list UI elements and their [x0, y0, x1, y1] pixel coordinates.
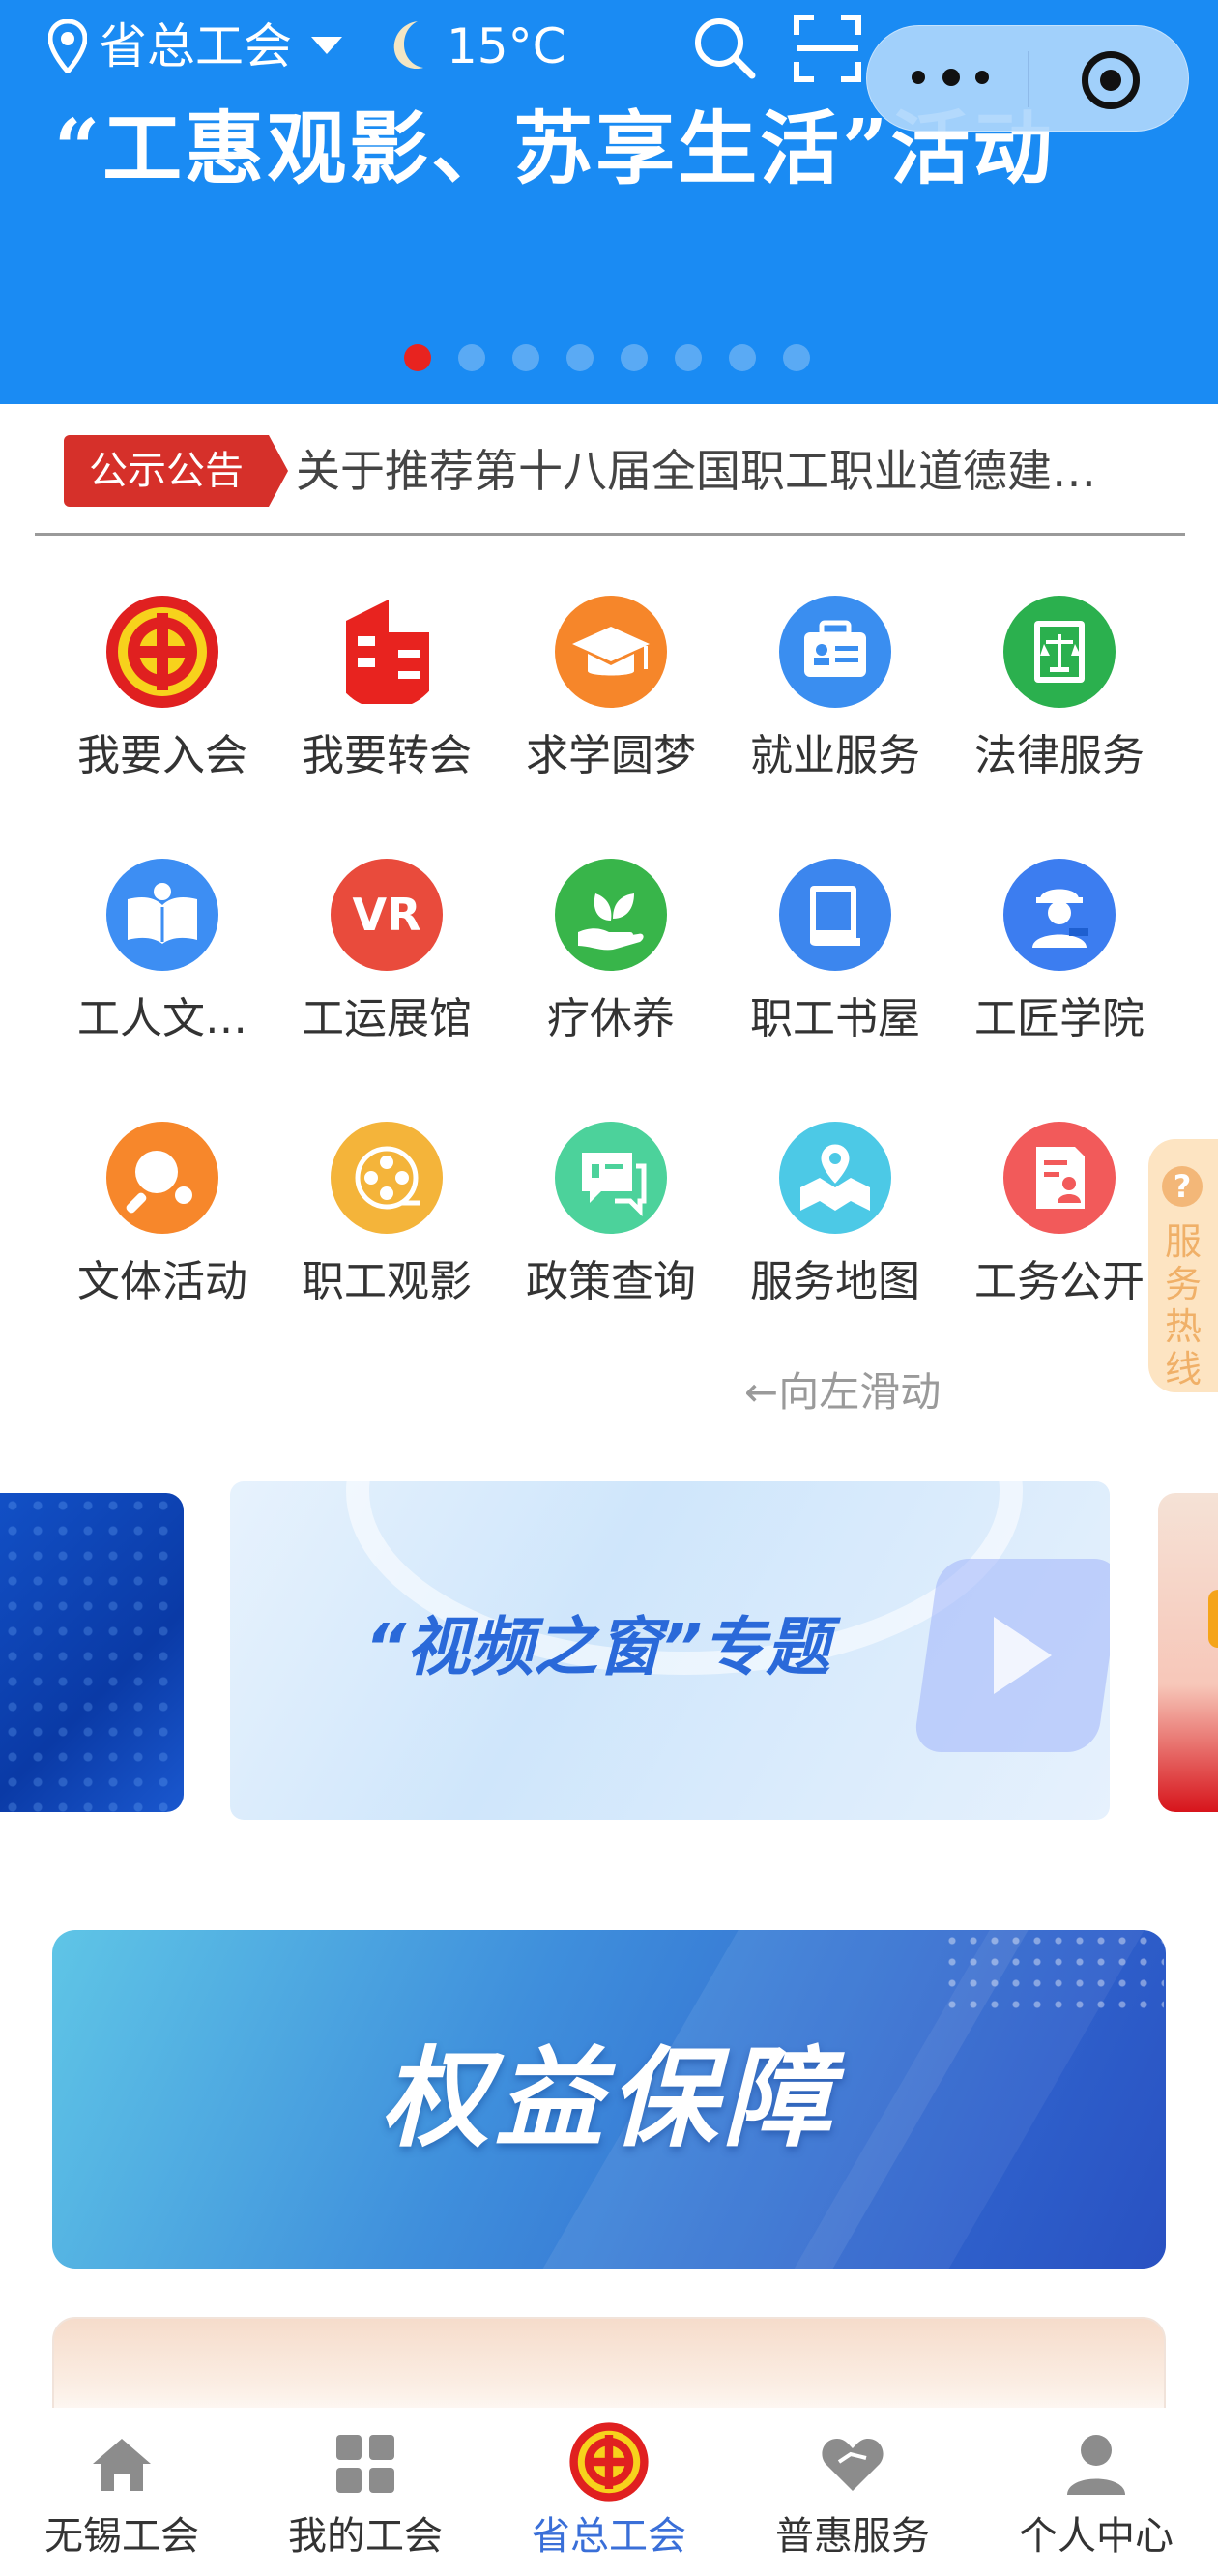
carousel-card-pattern [0, 1493, 184, 1812]
carousel-dot[interactable] [512, 344, 539, 371]
tab-inclusive-services[interactable]: 普惠服务 [731, 2408, 974, 2576]
service-label: 文体活动 [77, 1257, 247, 1306]
notice-text[interactable]: 关于推荐第十八届全国职工职业道德建… [296, 435, 1185, 507]
service-label: 我要入会 [77, 731, 247, 780]
service-transfer-union[interactable]: 我要转会 [275, 580, 499, 832]
service-worker-culture[interactable]: 工人文… [50, 843, 275, 1095]
miniprogram-capsule [866, 25, 1189, 132]
service-label: 求学圆梦 [526, 731, 696, 780]
film-reel-icon [331, 1122, 443, 1234]
tab-label: 无锡工会 [44, 2514, 199, 2559]
service-hotline-button[interactable]: ? 服务热线 [1148, 1139, 1218, 1392]
carousel-card-caption: “视频之窗”专题 [364, 1610, 830, 1684]
briefcase-icon [779, 596, 891, 708]
notice-bar[interactable]: 公示公告 关于推荐第十八届全国职工职业道德建… [35, 406, 1185, 536]
service-craftsman-academy[interactable]: 工匠学院 [947, 843, 1172, 1095]
play-icon [994, 1617, 1052, 1694]
tab-label: 个人中心 [1019, 2514, 1174, 2559]
home-icon [93, 2439, 151, 2491]
service-worker-movies[interactable]: 职工观影 [275, 1106, 499, 1358]
moon-icon [393, 21, 423, 70]
chevron-down-icon[interactable] [311, 37, 342, 54]
carousel-dot-active[interactable] [404, 344, 431, 371]
tab-personal-center[interactable]: 个人中心 [974, 2408, 1218, 2576]
chat-policy-icon [555, 1122, 667, 1234]
user-icon [1067, 2435, 1125, 2495]
service-label: 法律服务 [974, 731, 1145, 780]
target-close-icon[interactable] [1082, 51, 1140, 109]
carousel-dot[interactable] [675, 344, 702, 371]
map-pin-icon [779, 1122, 891, 1234]
feature-carousel[interactable]: “视频之窗”专题 [0, 1479, 1218, 1828]
service-recuperation[interactable]: 疗休养 [499, 843, 723, 1095]
swipe-hint: ←向左滑动 [744, 1368, 942, 1416]
rights-banner-caption: 权益保障 [381, 2036, 837, 2162]
union-emblem-icon [569, 2422, 649, 2502]
carousel-dot[interactable] [783, 344, 810, 371]
service-study[interactable]: 求学圆梦 [499, 580, 723, 832]
service-grid: 我要入会 我要转会 求学圆梦 就业服务 法律服务 工人文… VR 工运展馆 疗休… [0, 580, 1160, 1334]
service-label: 工匠学院 [974, 994, 1145, 1043]
scan-icon[interactable] [793, 14, 862, 83]
search-icon[interactable] [690, 14, 758, 81]
service-label: 职工书屋 [750, 994, 920, 1043]
service-label: 疗休养 [547, 994, 675, 1043]
temperature: 15°C [447, 18, 566, 74]
capsule-divider [1028, 51, 1030, 107]
tab-wuxi-union[interactable]: 无锡工会 [0, 2408, 244, 2576]
book-icon [779, 859, 891, 971]
tab-label: 普惠服务 [775, 2514, 930, 2559]
vr-icon: VR [331, 859, 443, 971]
service-legal[interactable]: 法律服务 [947, 580, 1172, 832]
bottom-tab-bar: 无锡工会 我的工会 省总工会 普惠服务 个人中心 [0, 2408, 1218, 2576]
hotline-label: 服务热线 [1164, 1220, 1202, 1390]
notice-badge: 公示公告 [64, 435, 288, 507]
service-label: 就业服务 [750, 731, 920, 780]
service-label: 工人文… [77, 994, 247, 1043]
grid-icon [336, 2435, 394, 2493]
service-affairs-public[interactable]: 工务公开 [947, 1106, 1172, 1358]
building-icon [338, 600, 439, 704]
decorative-dots [942, 1930, 1164, 2017]
service-policy-query[interactable]: 政策查询 [499, 1106, 723, 1358]
service-join-union[interactable]: 我要入会 [50, 580, 275, 832]
more-dots-icon[interactable] [912, 67, 989, 86]
service-map[interactable]: 服务地图 [723, 1106, 947, 1358]
craftsman-icon [1003, 859, 1116, 971]
carousel-dot[interactable] [729, 344, 756, 371]
service-label: 职工观影 [302, 1257, 472, 1306]
tab-label: 省总工会 [532, 2514, 686, 2559]
service-labor-museum[interactable]: VR 工运展馆 [275, 843, 499, 1095]
service-label: 我要转会 [302, 731, 472, 780]
service-worker-library[interactable]: 职工书屋 [723, 843, 947, 1095]
location-pin-icon[interactable] [48, 19, 87, 73]
open-book-icon [106, 859, 218, 971]
rights-protection-banner[interactable]: 权益保障 [52, 1930, 1166, 2269]
service-employment[interactable]: 就业服务 [723, 580, 947, 832]
location-selector[interactable]: 省总工会 [99, 17, 292, 75]
heart-hands-icon [822, 2439, 884, 2491]
tab-provincial-union[interactable]: 省总工会 [487, 2408, 731, 2576]
graduation-cap-icon [555, 596, 667, 708]
ping-pong-icon [106, 1122, 218, 1234]
service-sports-culture[interactable]: 文体活动 [50, 1106, 275, 1358]
union-emblem-icon [106, 596, 218, 708]
carousel-card-prev[interactable] [0, 1493, 184, 1812]
carousel-card-next[interactable] [1158, 1493, 1218, 1812]
carousel-dot[interactable] [621, 344, 648, 371]
carousel-dot[interactable] [566, 344, 594, 371]
tab-my-union[interactable]: 我的工会 [244, 2408, 487, 2576]
service-label: 政策查询 [526, 1257, 696, 1306]
carousel-card-video-window[interactable]: “视频之窗”专题 [230, 1481, 1110, 1820]
leaf-hand-icon [555, 859, 667, 971]
service-label: 工运展馆 [302, 994, 472, 1043]
service-label: 工务公开 [974, 1257, 1145, 1306]
service-label: 服务地图 [750, 1257, 920, 1306]
carousel-dot[interactable] [458, 344, 485, 371]
question-icon: ? [1162, 1166, 1203, 1207]
law-book-icon [1003, 596, 1116, 708]
svg-text:VR: VR [352, 889, 420, 941]
tab-label: 我的工会 [288, 2514, 443, 2559]
document-person-icon [1003, 1122, 1116, 1234]
